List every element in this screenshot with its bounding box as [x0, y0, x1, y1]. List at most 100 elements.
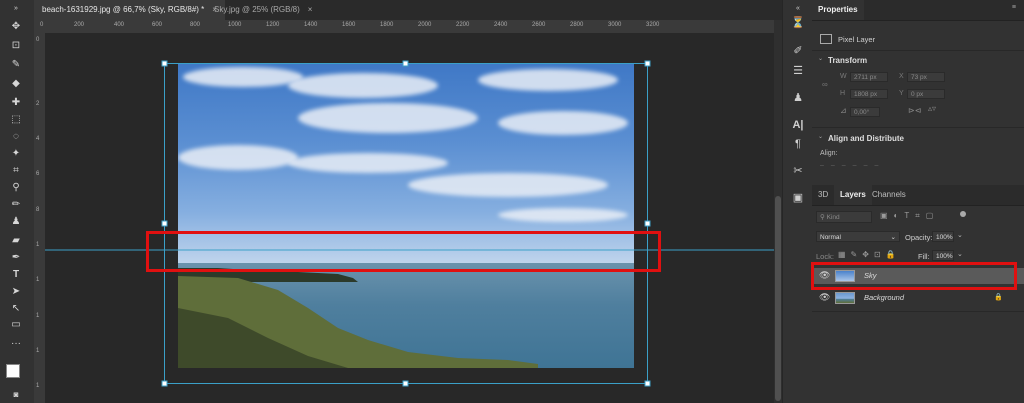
crop-tool-icon[interactable]: ⌗ [8, 164, 24, 178]
transform-handle[interactable] [161, 380, 168, 387]
transform-handle[interactable] [161, 220, 168, 227]
tab-label: beach-1631929.jpg @ 66,7% (Sky, RGB/8#) … [42, 5, 205, 14]
lasso-tool-icon[interactable]: ◌ [8, 130, 24, 144]
tab-beach-document[interactable]: beach-1631929.jpg @ 66,7% (Sky, RGB/8#) … [34, 0, 225, 20]
flip-horizontal-icon[interactable]: ⊳⊲ [908, 106, 921, 115]
ruler-label: 2400 [494, 22, 508, 28]
chevron-down-icon[interactable]: ⌄ [957, 250, 963, 258]
tools-preset-icon[interactable]: ✂ [790, 164, 806, 178]
height-field[interactable]: 1808 px [850, 89, 888, 99]
healing-brush-tool-icon[interactable]: ✚ [8, 96, 24, 110]
document-tabs: beach-1631929.jpg @ 66,7% (Sky, RGB/8#) … [34, 0, 782, 21]
opacity-label: Opacity: [905, 233, 933, 242]
foreground-color-swatch[interactable] [6, 364, 20, 378]
opacity-field[interactable]: 100% [932, 231, 954, 242]
collapse-icon[interactable]: « [790, 2, 806, 16]
move-tool-icon[interactable]: ✥ [8, 20, 24, 34]
clone-source-icon[interactable]: ♟ [790, 91, 806, 105]
ruler-label: 1 [36, 348, 40, 354]
eyedropper-tool-icon-2[interactable]: ⚲ [8, 181, 24, 195]
angle-field[interactable]: 0,00° [850, 107, 880, 117]
panel-menu-icon[interactable]: ≡ [1012, 4, 1016, 11]
layers-panel-header: 3D Layers Channels [812, 185, 1024, 206]
eraser-tool-icon[interactable]: ▰ [8, 234, 24, 248]
direct-selection-tool-icon[interactable]: ↖ [8, 302, 24, 316]
eyedropper-tool-icon[interactable]: ✎ [8, 58, 24, 72]
collapse-icon[interactable]: » [8, 2, 24, 16]
ruler-label: 1400 [304, 22, 318, 28]
link-icon[interactable]: ∞ [822, 80, 828, 89]
horizontal-ruler[interactable]: 0 200 400 600 800 1000 1200 1400 1600 18… [34, 20, 774, 34]
align-section-title: Align and Distribute [828, 134, 904, 143]
rectangle-tool-icon[interactable]: ▭ [8, 318, 24, 332]
transform-handle[interactable] [644, 380, 651, 387]
transform-handle[interactable] [644, 220, 651, 227]
tools-panel: » ✥ ⊡ ✎ ◆ ✚ ⬚ ◌ ✦ ⌗ ⚲ ✏ ♟ ▰ ✒ T ➤ ↖ ▭ ··… [0, 0, 35, 403]
chevron-down-icon[interactable]: ⌄ [957, 231, 963, 239]
clone-stamp-tool-icon[interactable]: ♟ [8, 215, 24, 229]
y-label: Y [899, 90, 904, 97]
transform-handle[interactable] [161, 60, 168, 67]
artboard-tool-icon[interactable]: ⊡ [8, 39, 24, 53]
y-field[interactable]: 0 px [907, 89, 945, 99]
fill-field[interactable]: 100% [932, 250, 954, 261]
flip-vertical-icon[interactable]: ▵▿ [928, 104, 936, 113]
brush-tool-icon[interactable]: ✏ [8, 198, 24, 212]
libraries-icon[interactable]: ▣ [790, 191, 806, 205]
sky-layer-highlight-box [811, 262, 1017, 290]
character-icon[interactable]: A| [790, 118, 806, 132]
tab-sky-document[interactable]: Sky.jpg @ 25% (RGB/8) × [206, 0, 320, 20]
tab-properties[interactable]: Properties [812, 0, 864, 20]
chevron-down-icon: ⌄ [890, 234, 896, 241]
ruler-label: 8 [36, 207, 40, 213]
ruler-label: 2200 [456, 22, 470, 28]
transform-handle[interactable] [644, 60, 651, 67]
ruler-label: 0 [40, 22, 44, 28]
divider [812, 127, 1024, 128]
chevron-down-icon[interactable]: ⌄ [818, 55, 823, 62]
lock-icons[interactable]: ▦✎✥⊡🔒 [838, 250, 901, 259]
transform-handle[interactable] [402, 60, 409, 67]
properties-panel-header: Properties ≡ [812, 0, 1024, 21]
brush-settings-icon[interactable]: ✐ [790, 44, 806, 58]
ruler-label: 3000 [608, 22, 622, 28]
pen-tool-icon[interactable]: ✒ [8, 251, 24, 265]
search-icon: ⚲ [820, 214, 827, 221]
eye-icon[interactable]: 👁 [819, 292, 830, 303]
layer-row-background[interactable]: 👁 Background 🔒 [814, 290, 1024, 306]
x-field[interactable]: 73 px [907, 72, 945, 82]
paragraph-icon[interactable]: ¶ [790, 137, 806, 151]
layer-filter-icons[interactable]: ▣◐T⌗▢ [880, 211, 939, 221]
scrollbar-thumb[interactable] [775, 196, 781, 401]
divider [812, 50, 1024, 51]
ruler-label: 3200 [646, 22, 660, 28]
filter-toggle-icon[interactable] [960, 211, 966, 217]
ruler-label: 6 [36, 171, 40, 177]
history-icon[interactable]: ⏳ [790, 16, 806, 30]
ruler-label: 2800 [570, 22, 584, 28]
ruler-label: 2 [36, 101, 40, 107]
close-icon[interactable]: × [308, 5, 313, 14]
ruler-label: 600 [152, 22, 163, 28]
marquee-tool-icon[interactable]: ⬚ [8, 113, 24, 127]
width-field[interactable]: 2711 px [850, 72, 888, 82]
chevron-down-icon[interactable]: ⌄ [818, 133, 823, 140]
lock-icon: 🔒 [994, 294, 1003, 301]
kind-filter-select[interactable]: ⚲ Kind [816, 211, 872, 223]
tab-3d[interactable]: 3D [812, 185, 834, 205]
path-selection-tool-icon[interactable]: ➤ [8, 285, 24, 299]
paint-bucket-tool-icon[interactable]: ◆ [8, 77, 24, 91]
align-buttons-row[interactable]: ‒‒‒‒‒‒ [820, 162, 885, 169]
quick-selection-tool-icon[interactable]: ✦ [8, 147, 24, 161]
blend-mode-select[interactable]: Normal ⌄ [816, 231, 900, 242]
transform-section-title: Transform [828, 56, 868, 65]
more-tools-icon[interactable]: ··· [8, 337, 24, 351]
tab-channels[interactable]: Channels [866, 185, 912, 205]
right-panel: Properties ≡ Pixel Layer ⌄ Transform W 2… [811, 0, 1024, 403]
align-label: Align: [820, 150, 838, 157]
quick-mask-icon[interactable]: ◙ [8, 388, 24, 402]
type-tool-icon[interactable]: T [8, 268, 24, 282]
ruler-label: 0 [36, 37, 40, 43]
adjustments-icon[interactable]: ☰ [790, 64, 806, 78]
transform-handle[interactable] [402, 380, 409, 387]
